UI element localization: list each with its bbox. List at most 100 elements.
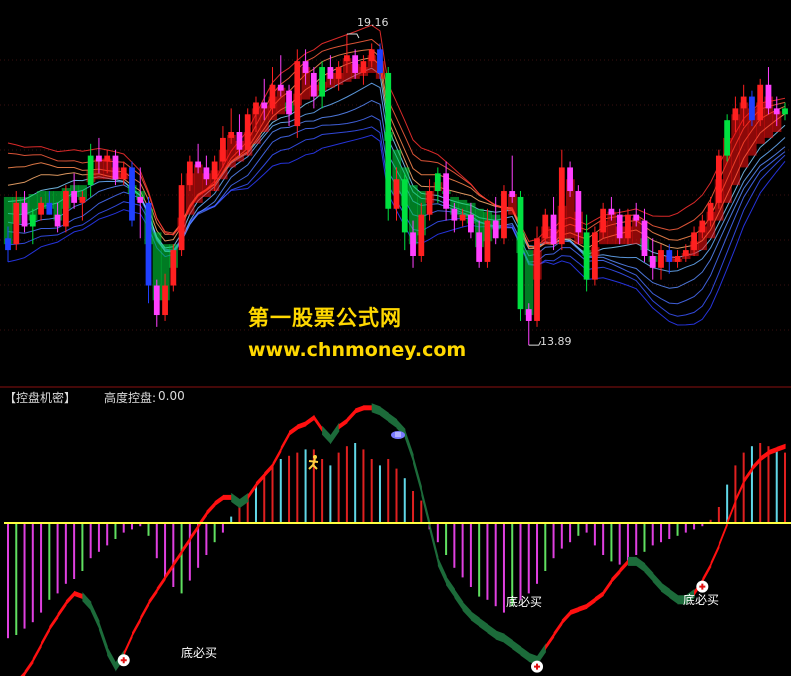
histogram-bar xyxy=(585,523,588,533)
candle-body xyxy=(228,132,235,138)
histogram-bar xyxy=(221,523,224,533)
histogram-bar xyxy=(205,523,208,555)
candle-body xyxy=(96,155,102,162)
candle-body xyxy=(170,250,177,286)
histogram-bar xyxy=(750,446,753,523)
histogram-bar xyxy=(73,523,76,579)
candle-body xyxy=(327,67,334,79)
candle-body xyxy=(492,220,499,239)
histogram-bar xyxy=(89,523,92,559)
candle-body xyxy=(625,214,631,239)
buy-signal-icon xyxy=(531,660,544,673)
candle-body xyxy=(443,173,449,209)
histogram-bar xyxy=(643,523,646,552)
candle xyxy=(715,149,722,209)
histogram-bar xyxy=(453,523,456,568)
histogram-bar xyxy=(164,523,167,578)
candle-body xyxy=(410,232,416,256)
candle-body xyxy=(641,220,648,256)
histogram-bar xyxy=(478,523,481,597)
histogram-bar xyxy=(337,452,340,523)
signal-label-2: 底必买 xyxy=(506,595,543,609)
candle-body xyxy=(203,167,210,180)
candle-body xyxy=(13,202,20,245)
histogram-bar xyxy=(254,484,257,523)
candle-body xyxy=(38,202,44,215)
candle-body xyxy=(112,155,119,180)
flag-icon xyxy=(391,431,405,439)
candle-body xyxy=(153,285,160,316)
histogram-bar xyxy=(651,523,654,546)
candle-body xyxy=(62,191,69,227)
histogram-bar xyxy=(602,523,605,555)
histogram-bar xyxy=(502,523,505,613)
candle xyxy=(385,67,392,221)
histogram-bar xyxy=(188,523,191,581)
candle-body xyxy=(302,61,309,73)
band-segment xyxy=(363,405,373,411)
candle-body xyxy=(509,191,516,197)
histogram-bar xyxy=(147,523,150,536)
candle-body xyxy=(178,185,185,251)
indicator-value: 0.00 xyxy=(158,389,185,403)
candle-body xyxy=(517,196,524,310)
candle-body xyxy=(253,102,259,115)
candle-body xyxy=(633,214,640,221)
histogram-bar xyxy=(759,443,762,523)
candle-body xyxy=(459,214,466,221)
histogram-bar xyxy=(610,523,613,562)
candle-body xyxy=(674,256,681,262)
indicator-label: 高度控盘: xyxy=(104,391,157,405)
candle-body xyxy=(600,208,607,233)
histogram-bar xyxy=(618,523,621,565)
histogram-bar xyxy=(544,523,547,571)
candle-body xyxy=(244,114,251,150)
signal-label-1: 底必买 xyxy=(181,646,218,660)
histogram-bar xyxy=(775,449,778,523)
candle-body xyxy=(550,214,557,245)
histogram-bar xyxy=(569,523,572,543)
histogram-bar xyxy=(461,523,464,578)
candle-body xyxy=(87,155,94,186)
candle-body xyxy=(294,61,301,127)
candle-body xyxy=(335,67,342,79)
candle-body xyxy=(583,232,590,280)
histogram-bar xyxy=(403,478,406,523)
histogram-bar xyxy=(97,523,100,552)
candle-body xyxy=(211,161,218,180)
candle xyxy=(517,191,524,321)
candle-body xyxy=(71,191,78,203)
candle-body xyxy=(310,72,317,97)
candle xyxy=(501,185,507,245)
candle-body xyxy=(46,202,53,215)
histogram-bar xyxy=(296,452,299,523)
histogram-bar xyxy=(213,523,216,543)
histogram-bar xyxy=(635,523,638,555)
candle-body xyxy=(666,250,673,262)
candle xyxy=(129,161,135,227)
histogram-bar xyxy=(420,500,423,523)
histogram-bar xyxy=(726,484,729,523)
histogram-bar xyxy=(577,523,580,536)
histogram-bar xyxy=(436,523,439,543)
histogram-bar xyxy=(40,523,43,613)
candle-body xyxy=(418,214,425,256)
candle-body xyxy=(715,155,722,203)
candle-body xyxy=(757,84,764,121)
candle-body xyxy=(220,137,226,162)
candle-body xyxy=(393,179,400,209)
histogram-bar xyxy=(519,523,522,600)
candle-body xyxy=(29,214,36,227)
histogram-bar xyxy=(486,523,489,600)
histogram-bar xyxy=(734,465,737,523)
candle xyxy=(591,226,598,286)
histogram-bar xyxy=(536,523,539,584)
histogram-bar xyxy=(56,523,59,594)
candle-body xyxy=(468,214,474,233)
candle-body xyxy=(724,120,731,156)
histogram-bar xyxy=(469,523,472,587)
candle-body xyxy=(451,208,458,221)
watermark-url: www.chnmoney.com xyxy=(248,339,467,361)
candle xyxy=(170,244,177,292)
histogram-bar xyxy=(593,523,596,546)
